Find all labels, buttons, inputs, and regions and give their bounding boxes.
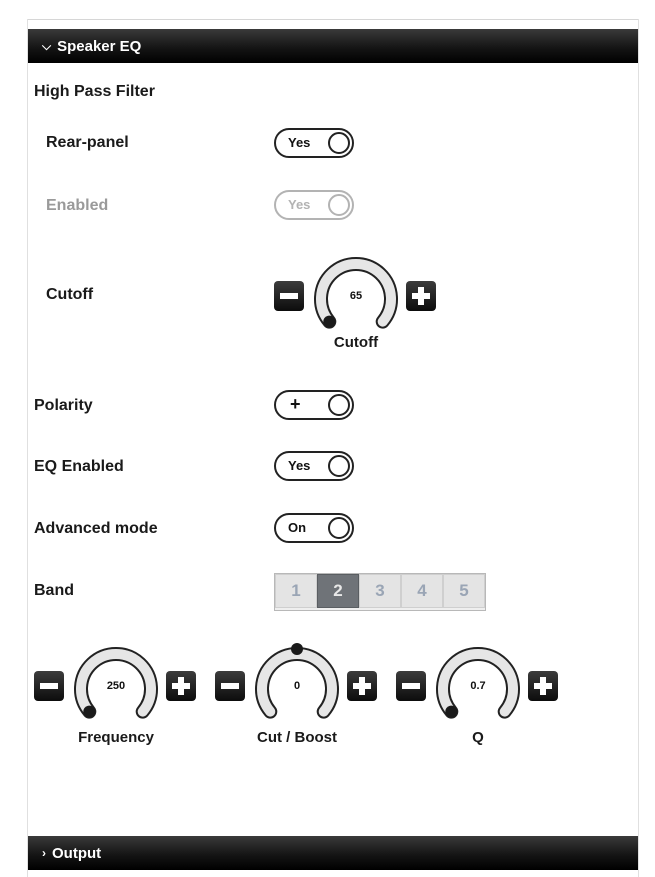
band-option-1[interactable]: 1 xyxy=(275,574,317,608)
band-option-5[interactable]: 5 xyxy=(443,574,485,608)
cut-boost-value: 0 xyxy=(293,680,301,692)
frequency-value: 250 xyxy=(106,680,126,692)
advanced-mode-toggle-label: On xyxy=(288,520,307,535)
speaker-eq-header[interactable]: ⌵ Speaker EQ xyxy=(28,29,638,63)
enabled-label: Enabled xyxy=(46,197,109,214)
band-option-2[interactable]: 2 xyxy=(317,574,359,608)
band-option-4[interactable]: 4 xyxy=(401,574,443,608)
knob-indicator xyxy=(323,315,336,328)
polarity-toggle-label: + xyxy=(290,394,301,414)
knob-indicator xyxy=(83,705,96,718)
eq-enabled-toggle-label: Yes xyxy=(288,458,311,473)
speaker-eq-title: Speaker EQ xyxy=(57,37,142,55)
knob-indicator xyxy=(445,705,458,718)
toggle-knob xyxy=(328,517,350,539)
advanced-mode-toggle[interactable]: On xyxy=(274,513,354,543)
rear-panel-label: Rear-panel xyxy=(46,134,129,151)
enabled-toggle[interactable]: Yes xyxy=(274,190,354,220)
enabled-toggle-label: Yes xyxy=(288,197,311,212)
band-option-3[interactable]: 3 xyxy=(359,574,401,608)
panel-top-border xyxy=(27,19,639,20)
polarity-label: Polarity xyxy=(34,397,93,414)
chevron-right-icon: › xyxy=(42,846,46,860)
high-pass-filter-heading: High Pass Filter xyxy=(34,83,155,100)
toggle-knob xyxy=(328,455,350,477)
advanced-mode-label: Advanced mode xyxy=(34,520,158,537)
chevron-down-icon: ⌵ xyxy=(42,38,52,53)
cutoff-caption: Cutoff xyxy=(333,334,379,351)
panel-left-border xyxy=(27,19,28,877)
frequency-increase-button[interactable] xyxy=(166,671,196,701)
output-header[interactable]: › Output xyxy=(28,836,638,870)
cutoff-increase-button[interactable] xyxy=(406,281,436,311)
output-title: Output xyxy=(52,844,102,862)
toggle-knob xyxy=(328,132,350,154)
frequency-decrease-button[interactable] xyxy=(34,671,64,701)
cut-boost-increase-button[interactable] xyxy=(347,671,377,701)
frequency-caption: Frequency xyxy=(78,729,154,746)
band-selector: 1 2 3 4 5 xyxy=(274,573,486,611)
q-decrease-button[interactable] xyxy=(396,671,426,701)
panel-right-border xyxy=(638,19,639,877)
q-value: 0.7 xyxy=(470,680,486,692)
q-increase-button[interactable] xyxy=(528,671,558,701)
eq-enabled-label: EQ Enabled xyxy=(34,458,124,475)
polarity-toggle[interactable]: + xyxy=(274,390,354,420)
eq-enabled-toggle[interactable]: Yes xyxy=(274,451,354,481)
cut-boost-decrease-button[interactable] xyxy=(215,671,245,701)
knob-indicator xyxy=(291,643,303,655)
toggle-knob xyxy=(328,194,350,216)
q-caption: Q xyxy=(472,729,484,746)
toggle-knob xyxy=(328,394,350,416)
cutoff-label: Cutoff xyxy=(46,286,94,303)
rear-panel-toggle[interactable]: Yes xyxy=(274,128,354,158)
rear-panel-toggle-label: Yes xyxy=(288,135,311,150)
cutoff-decrease-button[interactable] xyxy=(274,281,304,311)
cutoff-value: 65 xyxy=(349,290,363,302)
cut-boost-caption: Cut / Boost xyxy=(257,729,337,746)
band-label: Band xyxy=(34,582,74,599)
